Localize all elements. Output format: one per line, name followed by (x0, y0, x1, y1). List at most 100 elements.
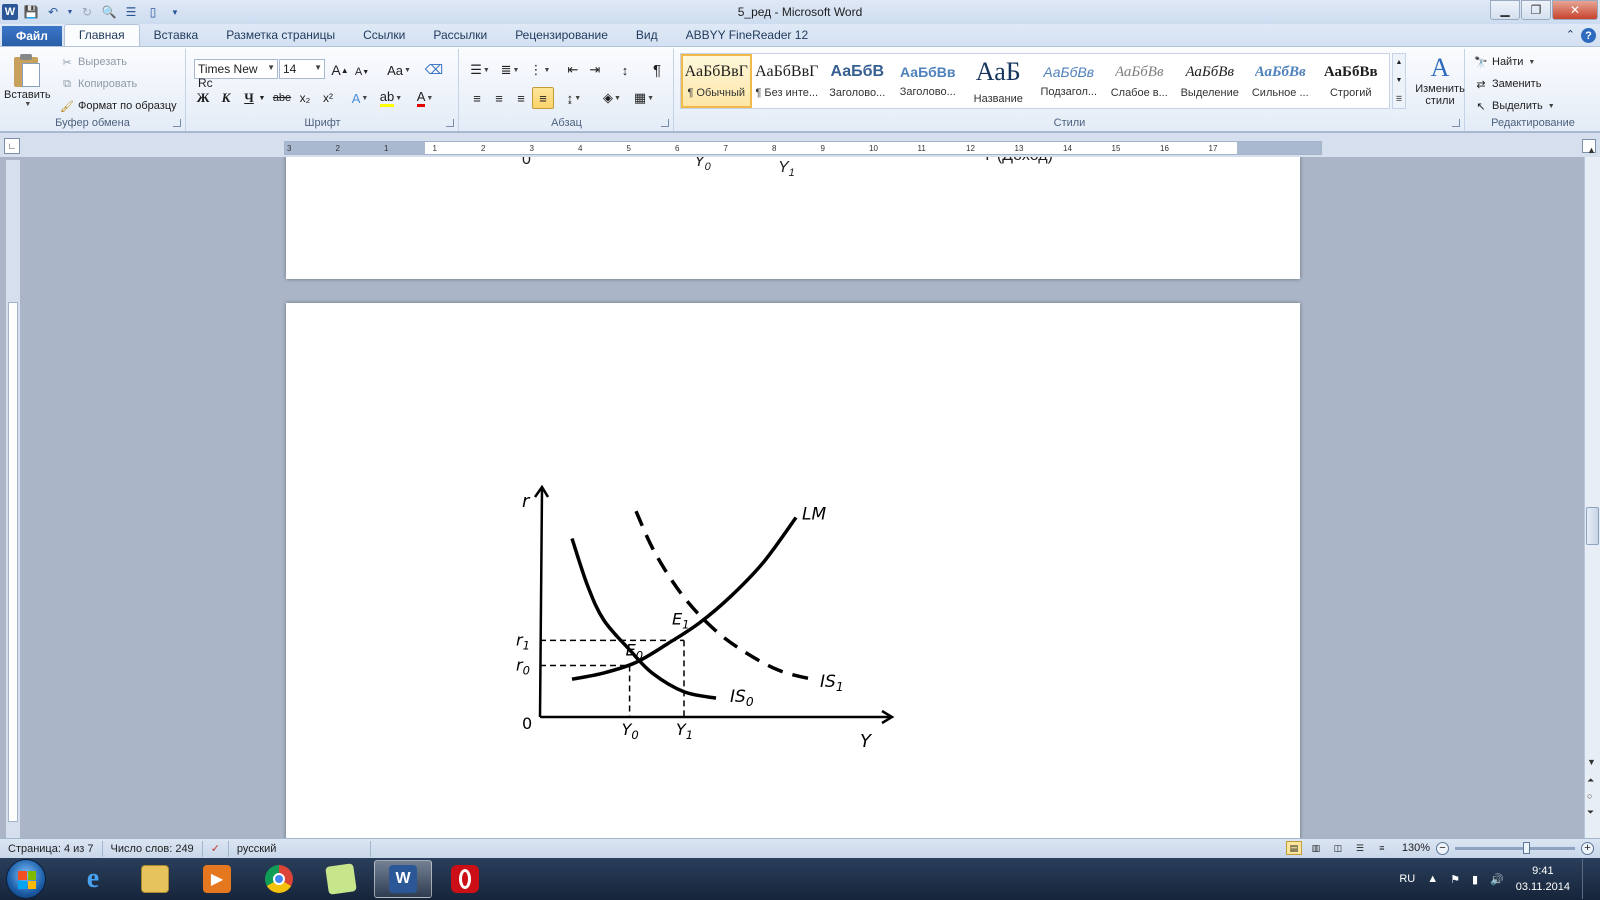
vertical-ruler[interactable] (6, 160, 20, 840)
bullets-icon[interactable]: ☰ ▼ (466, 59, 494, 81)
bold-button[interactable]: Ж (192, 87, 214, 109)
scroll-down-icon[interactable]: ▼ (1587, 757, 1596, 767)
tab-review[interactable]: Рецензирование (501, 25, 622, 46)
subscript-button[interactable]: x₂ (294, 87, 316, 109)
taskbar-word[interactable]: W (374, 860, 432, 898)
next-page-icon[interactable]: ⏷ (1587, 807, 1594, 818)
tab-insert[interactable]: Вставка (140, 25, 213, 46)
sort-icon[interactable]: ↕ (614, 59, 636, 81)
page-current[interactable]: r Y 0 LM IS1 IS0 E0 E1 Y0 Y1 r0 r1 (286, 303, 1300, 838)
word-count[interactable]: Число слов: 249 (103, 840, 203, 857)
taskbar-ie[interactable]: e (64, 860, 122, 898)
numbering-icon[interactable]: ≣ ▼ (496, 59, 524, 81)
multilevel-list-icon[interactable]: ⋮ ▼ (526, 59, 554, 81)
maximize-button[interactable]: ❐ (1521, 0, 1551, 20)
styles-gallery-scroll[interactable]: ▲ ▼ ☰ (1392, 53, 1406, 109)
select-button[interactable]: ↖ Выделить ▼ (1474, 99, 1554, 113)
show-formatting-button[interactable]: ¶ (646, 59, 668, 81)
line-spacing-dropdown-icon[interactable]: ↨ ▼ (560, 87, 588, 109)
line-spacing-icon[interactable]: ☰ (122, 3, 140, 21)
increase-indent-icon[interactable]: ⇥ (584, 59, 606, 81)
gallery-up-icon[interactable]: ▲ (1396, 59, 1403, 66)
web-layout-icon[interactable]: ◫ (1330, 841, 1346, 855)
align-right-icon[interactable]: ≡ (510, 87, 532, 109)
collapse-ribbon-icon[interactable]: ⌃ (1566, 28, 1575, 43)
tab-selector-icon[interactable]: ∟ (4, 138, 20, 154)
zoom-out-icon[interactable]: − (1436, 841, 1449, 855)
superscript-button[interactable]: x² (317, 87, 339, 109)
zoom-slider[interactable] (1455, 841, 1575, 854)
clock[interactable]: 9:41 03.11.2014 (1516, 863, 1570, 895)
cut-button[interactable]: ✂ Вырезать (60, 55, 127, 69)
zoom-slider-knob[interactable] (1523, 841, 1530, 854)
style-heading-1[interactable]: АаБбВ Заголово... (822, 54, 893, 108)
copy-button[interactable]: ⧉ Копировать (60, 77, 137, 91)
save-icon[interactable]: 💾 (22, 3, 40, 21)
style-heading-2[interactable]: АаБбВв Заголово... (893, 54, 964, 108)
decrease-indent-icon[interactable]: ⇤ (562, 59, 584, 81)
zoom-in-icon[interactable]: + (1581, 841, 1594, 855)
strikethrough-button[interactable]: abe (271, 87, 293, 109)
show-desktop-button[interactable] (1582, 859, 1592, 899)
taskbar-chrome[interactable] (250, 860, 308, 898)
volume-icon[interactable]: 🔊 (1490, 873, 1504, 886)
draft-view-icon[interactable]: ≡ (1374, 841, 1390, 855)
horizontal-ruler[interactable]: 3 2 1 1 2 3 4 5 6 7 8 9 10 11 12 13 14 15 16 17 (284, 141, 1322, 155)
print-preview-icon[interactable]: 🔍 (100, 3, 118, 21)
full-screen-reading-icon[interactable]: ▥ (1308, 841, 1324, 855)
help-icon[interactable]: ? (1581, 28, 1596, 43)
page-count[interactable]: Страница: 4 из 7 (0, 840, 103, 857)
font-color-icon[interactable]: A ▼ (411, 87, 439, 109)
browse-object-icon[interactable]: ○ (1587, 791, 1592, 801)
taskbar-explorer[interactable] (126, 860, 184, 898)
undo-icon[interactable]: ↶ (44, 3, 62, 21)
tab-home[interactable]: Главная (63, 24, 140, 46)
style-subtitle[interactable]: АаБбВв Подзагол... (1034, 54, 1105, 108)
find-button[interactable]: 🔭 Найти ▼ (1474, 55, 1535, 69)
tray-expand-icon[interactable]: ▲ (1427, 873, 1438, 885)
style-subtle-emphasis[interactable]: АаБбВв Слабое в... (1104, 54, 1175, 108)
text-effects-icon[interactable]: A ▼ (347, 87, 373, 109)
tab-mailings[interactable]: Рассылки (419, 25, 501, 46)
italic-button[interactable]: К (215, 87, 237, 109)
close-button[interactable]: ✕ (1552, 0, 1598, 20)
gallery-more-icon[interactable]: ☰ (1396, 95, 1402, 103)
format-painter-button[interactable]: 🖌 Формат по образцу (60, 99, 177, 113)
style-normal[interactable]: АаБбВвГ ¶ Обычный (681, 54, 752, 108)
action-center-icon[interactable]: ⚑ (1450, 873, 1460, 886)
underline-dropdown-icon[interactable]: ▼ (257, 87, 267, 109)
justify-icon[interactable]: ≡ (532, 87, 554, 109)
taskbar-sticky-notes[interactable] (312, 860, 370, 898)
tab-abbyy[interactable]: ABBYY FineReader 12 (672, 25, 823, 46)
tab-page-layout[interactable]: Разметка страницы (212, 25, 349, 46)
spelling-status[interactable]: ✓ (203, 840, 229, 857)
redo-icon[interactable]: ↻ (78, 3, 96, 21)
scroll-thumb[interactable] (1586, 507, 1599, 545)
minimize-button[interactable]: ▁ (1490, 0, 1520, 20)
document-icon[interactable]: ▯ (144, 3, 162, 21)
taskbar-media-player[interactable]: ▶ (188, 860, 246, 898)
taskbar-opera[interactable] (436, 860, 494, 898)
shrink-font-button[interactable]: A ▼ (351, 61, 373, 83)
grow-font-button[interactable]: A ▲ (329, 59, 351, 81)
styles-launcher-icon[interactable] (1452, 119, 1460, 127)
style-intense-emphasis[interactable]: АаБбВв Сильное ... (1245, 54, 1316, 108)
tab-view[interactable]: Вид (622, 25, 672, 46)
font-size-combo[interactable]: 14 ▼ (279, 59, 325, 79)
style-strong[interactable]: АаБбВв Строгий (1316, 54, 1387, 108)
scroll-up-icon[interactable]: ▲ (1587, 145, 1596, 155)
customize-toolbar-icon[interactable]: ▼ (166, 3, 184, 21)
clear-formatting-icon[interactable]: ⌫ (423, 59, 445, 81)
word-logo-icon[interactable]: W (2, 4, 18, 20)
start-button[interactable] (6, 859, 46, 899)
network-icon[interactable]: ▮ (1472, 873, 1478, 886)
zoom-level[interactable]: 130% (1402, 842, 1430, 854)
font-name-combo[interactable]: Times New Rc ▼ (194, 59, 278, 90)
language-status[interactable]: русский (229, 840, 371, 857)
page-previous[interactable]: 0 Y0 Y1 Y (Доход) (286, 157, 1300, 279)
document-area[interactable]: 0 Y0 Y1 Y (Доход) rY0LMIS1IS0E0E1Y0Y1r0r… (20, 157, 1584, 838)
vertical-scrollbar[interactable]: ▲ ▼ ⏶ ○ ⏷ (1584, 145, 1600, 838)
paste-button[interactable]: Вставить ▼ (4, 53, 51, 108)
paragraph-launcher-icon[interactable] (661, 119, 669, 127)
prev-page-icon[interactable]: ⏶ (1587, 775, 1594, 786)
